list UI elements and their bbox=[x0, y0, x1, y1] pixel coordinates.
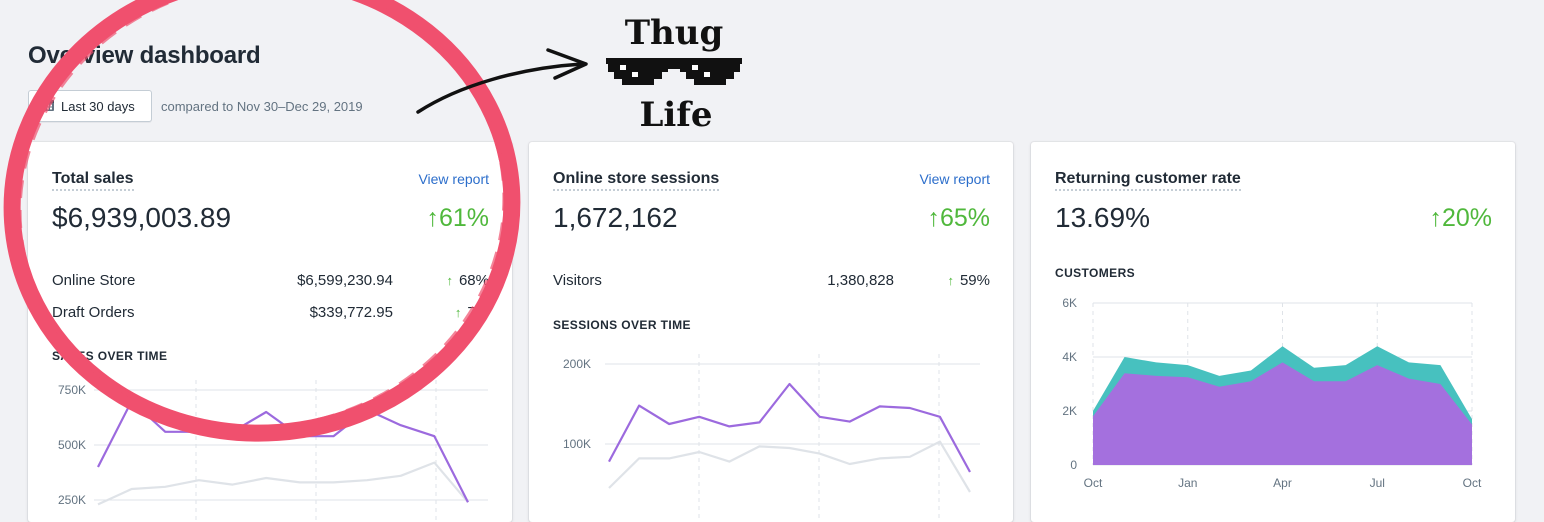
customers-chart: 6K 4K 2K 0 Oct Jan Apr Jul Oct bbox=[1062, 296, 1482, 490]
row-label: Online Store bbox=[52, 272, 136, 289]
sessions-change: ↑65% bbox=[927, 204, 990, 232]
returning-rate-change: ↑20% bbox=[1429, 204, 1492, 232]
thug-life-meme: Thug Life bbox=[604, 8, 744, 135]
x-tick-label: Apr bbox=[1273, 476, 1292, 490]
row-label: Visitors bbox=[553, 272, 602, 289]
view-report-link[interactable]: View report bbox=[919, 171, 990, 187]
arrow-up-icon: ↑ bbox=[947, 273, 954, 288]
arrow-up-icon: ↑ bbox=[446, 273, 453, 288]
row-value: 1,380,828 bbox=[827, 272, 894, 289]
x-tick-label: Jan bbox=[1178, 476, 1197, 490]
y-tick-label: 200K bbox=[563, 357, 591, 371]
row-label: Draft Orders bbox=[52, 304, 135, 321]
returning-rate-value: 13.69% bbox=[1055, 202, 1150, 233]
total-sales-card: Total sales View report $6,939,003.89 ↑6… bbox=[28, 142, 512, 522]
x-tick-label: Jul bbox=[1370, 476, 1385, 490]
sessions-value: 1,672,162 bbox=[553, 202, 678, 233]
row-value: $6,599,230.94 bbox=[297, 272, 393, 289]
sales-over-time-chart: 750K 500K 250K bbox=[58, 380, 488, 520]
row-change: ↑ 59% bbox=[947, 272, 990, 289]
section-heading: SESSIONS OVER TIME bbox=[553, 318, 691, 332]
thug-text: Thug bbox=[625, 13, 724, 53]
breakdown-row: Draft Orders $339,772.95 ↑ 7% bbox=[52, 304, 489, 324]
y-tick-label: 6K bbox=[1062, 296, 1077, 310]
y-tick-label: 500K bbox=[58, 438, 86, 452]
arrow-annotation bbox=[416, 48, 588, 114]
breakdown-row: Visitors 1,380,828 ↑ 59% bbox=[553, 272, 990, 292]
date-range-button[interactable]: Last 30 days bbox=[28, 90, 152, 122]
arrow-up-icon: ↑ bbox=[1429, 204, 1442, 232]
previous-period-line bbox=[608, 440, 971, 493]
card-title: Returning customer rate bbox=[1055, 170, 1241, 191]
x-tick-label: Oct bbox=[1463, 476, 1482, 490]
row-value: $339,772.95 bbox=[309, 304, 393, 321]
calendar-icon bbox=[41, 98, 55, 115]
life-text: Life bbox=[639, 95, 712, 133]
comparison-text: compared to Nov 30–Dec 29, 2019 bbox=[161, 99, 363, 114]
x-tick-label: Oct bbox=[1084, 476, 1103, 490]
y-tick-label: 100K bbox=[563, 437, 591, 451]
online-store-sessions-card: Online store sessions View report 1,672,… bbox=[529, 142, 1013, 522]
y-tick-label: 250K bbox=[58, 493, 86, 507]
arrow-up-icon: ↑ bbox=[927, 204, 940, 232]
section-heading: SALES OVER TIME bbox=[52, 349, 168, 363]
date-range-label: Last 30 days bbox=[61, 98, 135, 114]
y-tick-label: 4K bbox=[1062, 350, 1077, 364]
arrow-up-icon: ↑ bbox=[426, 204, 439, 232]
pixel-sunglasses-icon bbox=[606, 58, 742, 85]
breakdown-row: Online Store $6,599,230.94 ↑ 68% bbox=[52, 272, 489, 292]
sessions-over-time-chart: 200K 100K bbox=[563, 354, 980, 522]
previous-period-line bbox=[97, 461, 469, 506]
card-title: Total sales bbox=[52, 170, 134, 191]
returning-customer-rate-card: Returning customer rate 13.69% ↑20% CUST… bbox=[1031, 142, 1515, 522]
page-title: Overview dashboard bbox=[28, 42, 261, 69]
section-heading: CUSTOMERS bbox=[1055, 266, 1136, 280]
row-change: ↑ 7% bbox=[454, 304, 489, 321]
total-sales-change: ↑61% bbox=[426, 204, 489, 232]
y-tick-label: 0 bbox=[1070, 458, 1077, 472]
card-title: Online store sessions bbox=[553, 170, 720, 191]
y-tick-label: 750K bbox=[58, 383, 86, 397]
arrow-up-icon: ↑ bbox=[454, 305, 462, 320]
y-tick-label: 2K bbox=[1062, 404, 1077, 418]
view-report-link[interactable]: View report bbox=[418, 171, 489, 187]
row-change: ↑ 68% bbox=[446, 272, 489, 289]
total-sales-value: $6,939,003.89 bbox=[52, 202, 232, 233]
